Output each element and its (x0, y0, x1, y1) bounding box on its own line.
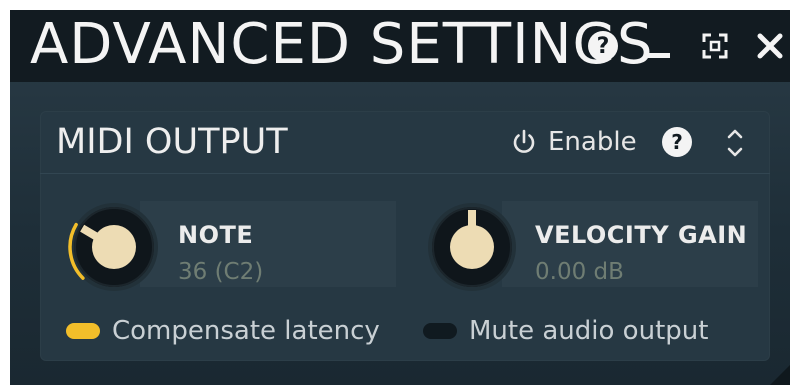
panel-header: MIDI OUTPUT Enable ? (40, 111, 770, 174)
title-bar: ADVANCED SETTINGS ? (10, 10, 790, 82)
fullscreen-button[interactable] (695, 26, 735, 66)
question-mark-icon: ? (662, 127, 692, 157)
note-value[interactable]: 36 (C2) (178, 259, 263, 285)
toggle-switch-off (423, 323, 457, 339)
note-knob-graphic (68, 203, 158, 291)
resize-handle[interactable] (770, 365, 790, 385)
advanced-settings-window: ADVANCED SETTINGS ? MIDI OUTPUT Enable ?… (10, 10, 790, 385)
minimize-icon (644, 52, 670, 58)
panel-title: MIDI OUTPUT (56, 122, 288, 162)
panel-help-button[interactable]: ? (662, 127, 692, 157)
question-mark-icon: ? (588, 31, 618, 61)
enable-label: Enable (548, 127, 637, 157)
mute-audio-output-label: Mute audio output (469, 316, 709, 346)
velocity-gain-label: VELOCITY GAIN (535, 221, 748, 249)
mute-audio-output-toggle[interactable]: Mute audio output (423, 316, 708, 346)
note-knob[interactable] (64, 197, 164, 297)
compensate-latency-toggle[interactable]: Compensate latency (66, 316, 380, 346)
midi-output-panel: MIDI OUTPUT Enable ? NOTE 36 (C2) VELOCI… (40, 111, 770, 361)
window-title: ADVANCED SETTINGS (30, 12, 654, 77)
close-button[interactable] (750, 26, 790, 66)
velocity-gain-knob[interactable] (422, 197, 522, 297)
fullscreen-icon (702, 33, 728, 59)
help-button[interactable]: ? (583, 26, 623, 66)
velocity-gain-value[interactable]: 0.00 dB (535, 259, 624, 285)
close-icon (757, 33, 783, 59)
compensate-latency-label: Compensate latency (112, 316, 380, 346)
power-icon (513, 129, 535, 153)
enable-toggle[interactable]: Enable (510, 125, 637, 159)
velocity-gain-knob-graphic (428, 203, 516, 291)
chevron-updown-icon[interactable] (724, 125, 746, 161)
toggle-switch-on (66, 323, 100, 339)
minimize-button[interactable] (637, 26, 677, 66)
note-label: NOTE (178, 221, 254, 249)
